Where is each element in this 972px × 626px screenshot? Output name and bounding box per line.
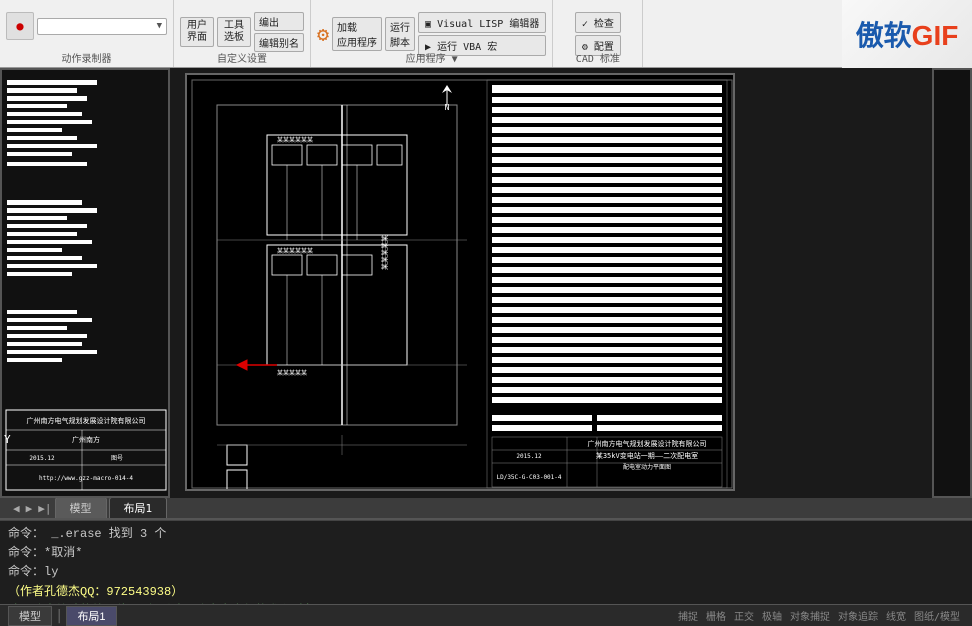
section-action-recorder: ● ActMacro001 ▼ 动作录制器 [0, 0, 174, 67]
logo-area: 傲软GIF [842, 0, 972, 68]
output-btn[interactable]: 编出 [254, 12, 304, 31]
tab-end-btn[interactable]: ▶| [35, 502, 54, 515]
svg-text:某35kV变电站一期——二次配电室: 某35kV变电站一期——二次配电室 [596, 451, 698, 460]
model-tab-btn[interactable]: 模型 [8, 606, 52, 626]
run-script-btn[interactable]: 运行脚本 [385, 17, 415, 51]
grid-btn[interactable]: 栅格 [702, 608, 730, 623]
layout1-tab-btn[interactable]: 布局1 [66, 606, 116, 626]
record-button[interactable]: ● [6, 12, 34, 40]
svg-text:广州南方: 广州南方 [72, 435, 100, 444]
macro-dropdown-arrow: ▼ [157, 21, 162, 31]
status-sep-1: | [52, 608, 66, 624]
paperspace-btn[interactable]: 图纸/模型 [910, 608, 964, 623]
svg-text:广州南方电气规划发展设计院有限公司: 广州南方电气规划发展设计院有限公司 [588, 439, 707, 448]
svg-text:某某某某某某: 某某某某某某 [277, 248, 313, 255]
command-area[interactable]: 命令： _.erase 找到 3 个 命令：*取消* 命令：ly （作者孔德杰Q… [0, 520, 972, 604]
macro-select[interactable]: ActMacro001 ▼ [37, 18, 167, 35]
cmd-line-4: （作者孔德杰QQ：972543938） [8, 583, 964, 602]
y-coord-label: Y [4, 433, 11, 446]
right-panel-svg [934, 70, 972, 498]
svg-text:2015.12: 2015.12 [29, 455, 55, 462]
ortho-btn[interactable]: 正交 [730, 608, 758, 623]
custom-settings-label: 自定义设置 [174, 50, 310, 65]
section-cad-standard: ✓ 检查 ⚙ 配置 CAD 标准 [553, 0, 643, 67]
canvas-area: 广州南方电气规划发展设计院有限公司 广州南方 2015.12 图号 http:/… [0, 68, 972, 498]
left-panel-svg: 广州南方电气规划发展设计院有限公司 广州南方 2015.12 图号 http:/… [2, 70, 170, 498]
svg-text:某某某某某: 某某某某某 [381, 235, 389, 270]
cmd-line-3: 命令：ly [8, 563, 964, 582]
cmd-line-2: 命令：*取消* [8, 544, 964, 563]
section-custom-settings: 用户界面 工具选板 编出 编辑别名 自定义设置 [174, 0, 311, 67]
tab-prev-btn[interactable]: ◀ [10, 502, 23, 515]
toolbar: ● ActMacro001 ▼ 动作录制器 用户界面 工具选板 编出 编辑别名 … [0, 0, 972, 68]
app-programs-label: 应用程序 ▼ [311, 50, 552, 65]
svg-text:某某某某某: 某某某某某 [277, 370, 307, 377]
macro-name: ActMacro001 [42, 20, 115, 33]
svg-text:广州南方电气规划发展设计院有限公司: 广州南方电气规划发展设计院有限公司 [27, 416, 146, 425]
logo-text: 傲软GIF [856, 14, 959, 54]
section-app-programs: ⚙ 加载应用程序 运行脚本 ▣ Visual LISP 编辑器 ▶ 运行 VBA… [311, 0, 553, 67]
left-panel: 广州南方电气规划发展设计院有限公司 广州南方 2015.12 图号 http:/… [0, 68, 170, 498]
tab-bar: ◀ ▶ ▶| 模型 布局1 [0, 498, 972, 520]
svg-text:http://www.gzz-macro-014-4: http://www.gzz-macro-014-4 [39, 475, 133, 482]
svg-text:LD/35C-G-C03-001-4: LD/35C-G-C03-001-4 [496, 474, 561, 481]
center-panel[interactable]: 广州南方电气规划发展设计院有限公司 某35kV变电站一期——二次配电室 配电室动… [185, 73, 735, 491]
user-interface-btn[interactable]: 用户界面 [180, 17, 214, 47]
snap-btn[interactable]: 捕捉 [674, 608, 702, 623]
svg-text:N: N [445, 103, 450, 112]
status-bar: 模型 | 布局1 捕捉 栅格 正交 极轴 对象捕捉 对象追踪 线宽 图纸/模型 [0, 604, 972, 626]
lineweight-btn[interactable]: 线宽 [882, 608, 910, 623]
tab-next-btn[interactable]: ▶ [23, 502, 36, 515]
otrack-btn[interactable]: 对象追踪 [834, 608, 882, 623]
svg-text:配电室动力平面图: 配电室动力平面图 [623, 463, 671, 471]
osnap-btn[interactable]: 对象捕捉 [786, 608, 834, 623]
center-drawing-svg: 广州南方电气规划发展设计院有限公司 某35kV变电站一期——二次配电室 配电室动… [187, 75, 735, 491]
action-recorder-label: 动作录制器 [0, 50, 173, 65]
tab-layout1[interactable]: 布局1 [109, 497, 168, 518]
tools-panel-btn[interactable]: 工具选板 [217, 17, 251, 47]
cmd-line-1: 命令： _.erase 找到 3 个 [8, 525, 964, 544]
svg-text:图号: 图号 [111, 455, 123, 462]
tab-model[interactable]: 模型 [55, 497, 107, 518]
visual-lisp-btn[interactable]: ▣ Visual LISP 编辑器 [418, 12, 546, 33]
svg-text:2015.12: 2015.12 [516, 453, 542, 460]
cad-standard-label: CAD 标准 [553, 50, 642, 65]
load-app-btn[interactable]: 加载应用程序 [332, 17, 382, 51]
svg-text:某某某某某某: 某某某某某某 [277, 137, 313, 144]
right-panel [932, 68, 972, 498]
check-btn[interactable]: ✓ 检查 [575, 12, 621, 33]
polar-btn[interactable]: 极轴 [758, 608, 786, 623]
